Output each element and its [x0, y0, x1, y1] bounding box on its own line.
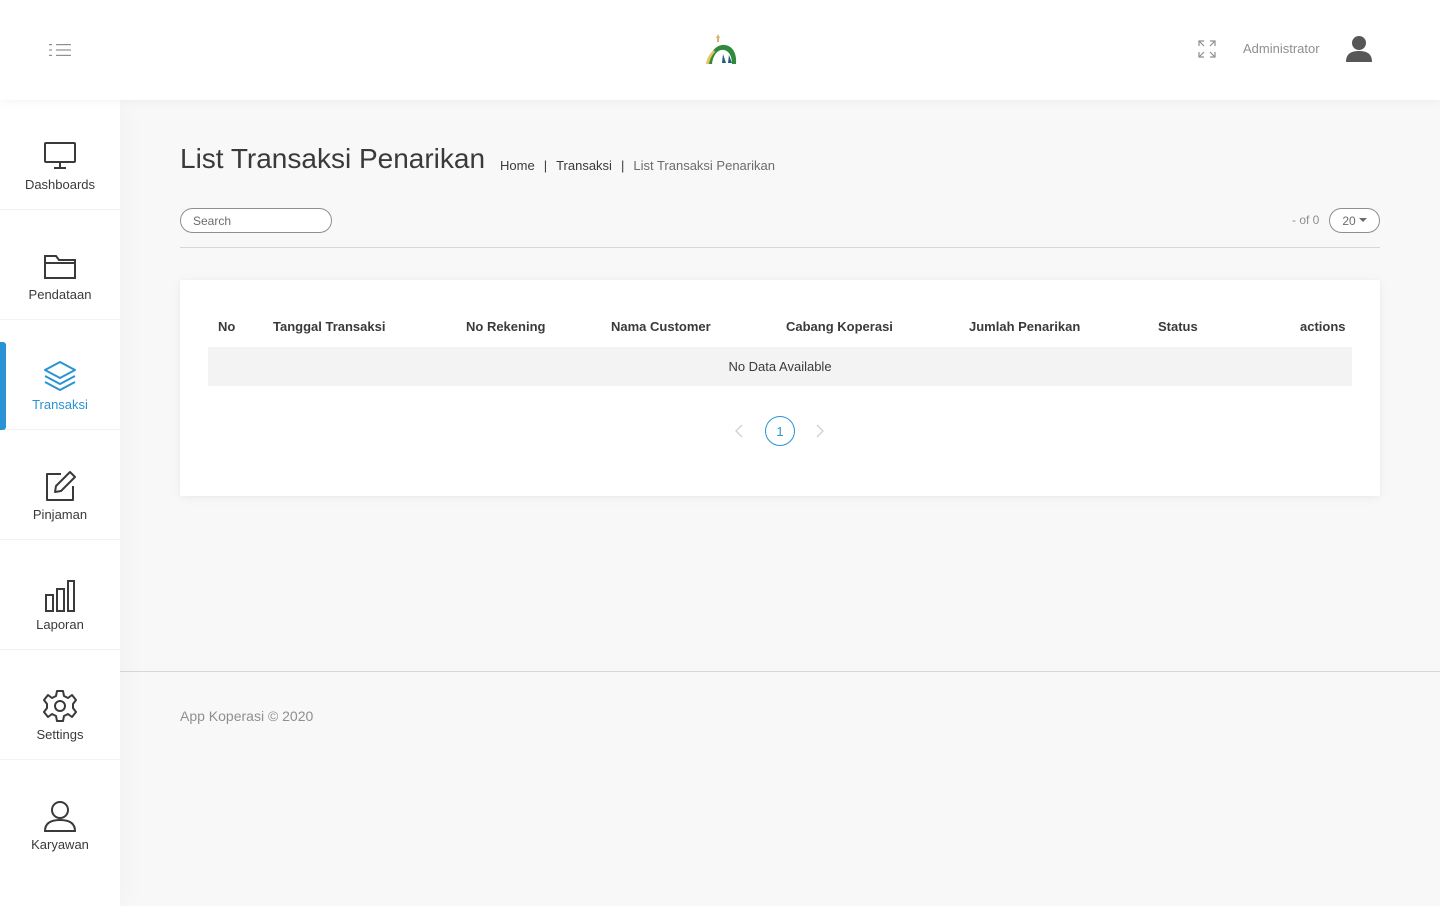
sidebar-item-label: Laporan	[36, 617, 84, 632]
column-header-nama-customer[interactable]: Nama Customer	[611, 319, 711, 334]
column-header-no-rekening[interactable]: No Rekening	[466, 319, 545, 334]
chevron-left-icon[interactable]	[732, 423, 746, 439]
breadcrumb-current: List Transaksi Penarikan	[633, 158, 775, 173]
edit-icon	[40, 468, 80, 504]
layers-icon	[40, 358, 80, 394]
footer-copyright: App Koperasi © 2020	[180, 708, 314, 724]
sidebar-item-label: Settings	[36, 727, 84, 742]
column-header-cabang-koperasi[interactable]: Cabang Koperasi	[786, 319, 893, 334]
folder-icon	[40, 248, 80, 284]
breadcrumb-separator: |	[543, 158, 548, 173]
column-header-actions: actions	[1300, 319, 1346, 334]
user-avatar-icon[interactable]	[1342, 32, 1376, 66]
sidebar-item-pendataan[interactable]: Pendataan	[0, 210, 120, 320]
bar-chart-icon	[40, 578, 80, 614]
column-header-tanggal-transaksi[interactable]: Tanggal Transaksi	[273, 319, 385, 334]
breadcrumb: Home | Transaksi | List Transaksi Penari…	[500, 158, 775, 173]
breadcrumb-home[interactable]: Home	[500, 158, 535, 173]
empty-table-message: No Data Available	[208, 347, 1352, 386]
per-page-dropdown[interactable]: 20	[1329, 208, 1380, 233]
sidebar-item-label: Pinjaman	[32, 507, 88, 522]
caret-down-icon	[1358, 217, 1367, 222]
search-input[interactable]	[180, 208, 332, 233]
sidebar-item-laporan[interactable]: Laporan	[0, 540, 120, 650]
per-page-value: 20	[1342, 213, 1356, 228]
fullscreen-icon[interactable]	[1197, 39, 1217, 59]
sidebar-item-dashboards[interactable]: Dashboards	[0, 100, 120, 210]
breadcrumb-transaksi[interactable]: Transaksi	[556, 158, 612, 173]
sidebar-item-settings[interactable]: Settings	[0, 650, 120, 760]
sidebar: Dashboards Pendataan Transaksi Pinjaman …	[0, 100, 120, 906]
divider	[180, 247, 1380, 248]
column-header-status[interactable]: Status	[1158, 319, 1198, 334]
monitor-icon	[40, 138, 80, 174]
sidebar-item-label: Karyawan	[31, 837, 89, 852]
gear-icon	[40, 688, 80, 724]
chevron-right-icon[interactable]	[813, 423, 827, 439]
column-header-no[interactable]: No	[218, 319, 235, 334]
footer-divider	[120, 671, 1440, 672]
breadcrumb-separator: |	[620, 158, 625, 173]
app-logo[interactable]	[703, 32, 741, 68]
sidebar-item-karyawan[interactable]: Karyawan	[0, 760, 120, 870]
top-navbar: Administrator	[0, 0, 1440, 100]
sidebar-item-label: Transaksi	[32, 397, 88, 412]
sidebar-item-label: Pendataan	[28, 287, 92, 302]
sidebar-item-transaksi[interactable]: Transaksi	[0, 320, 120, 430]
user-name[interactable]: Administrator	[1243, 41, 1320, 56]
sidebar-item-label: Dashboards	[24, 177, 96, 192]
menu-icon[interactable]	[48, 42, 72, 58]
column-header-jumlah-penarikan[interactable]: Jumlah Penarikan	[969, 319, 1080, 334]
page-count: - of 0	[1292, 213, 1320, 227]
sidebar-active-indicator	[0, 342, 6, 430]
sidebar-item-pinjaman[interactable]: Pinjaman	[0, 430, 120, 540]
user-icon	[40, 798, 80, 834]
data-table-card: No Tanggal Transaksi No Rekening Nama Cu…	[180, 280, 1380, 496]
page-title: List Transaksi Penarikan	[180, 143, 486, 174]
pagination-page-button[interactable]: 1	[765, 416, 795, 446]
